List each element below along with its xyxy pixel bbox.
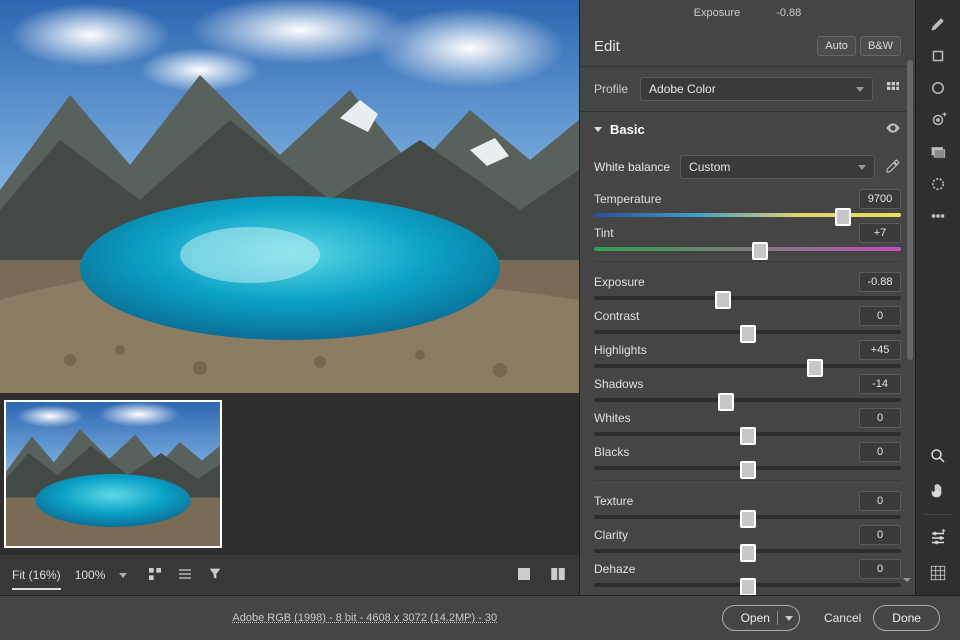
zoom-100[interactable]: 100% [75,568,106,582]
profile-browser-icon[interactable] [885,80,901,99]
chevron-down-icon [594,127,602,132]
right-toolbar: + + [915,0,960,595]
shadows-slider[interactable]: Shadows-14 [594,374,901,402]
profile-dropdown[interactable]: Adobe Color [640,77,873,101]
zoom-tool-icon[interactable] [921,441,955,471]
header-param-value: -0.88 [776,7,801,19]
exposure-slider[interactable]: Exposure-0.88 [594,272,901,300]
white-balance-label: White balance [594,160,670,174]
mask-tool-icon[interactable] [921,137,955,167]
white-balance-value: Custom [689,160,730,174]
single-view-icon[interactable] [515,565,533,586]
blacks-slider[interactable]: Blacks0 [594,442,901,470]
hand-tool-icon[interactable] [921,476,955,506]
temperature-slider[interactable]: Temperature9700 [594,189,901,217]
header-readout: Exposure -0.88 [580,0,915,26]
auto-button[interactable]: Auto [817,36,856,56]
crop-tool-icon[interactable] [921,41,955,71]
highlights-value[interactable]: +45 [859,340,901,360]
image-info[interactable]: Adobe RGB (1998) - 8 bit - 4608 x 3072 (… [232,612,497,624]
adjust-sliders-icon[interactable]: + [921,523,955,553]
visibility-icon[interactable] [885,120,901,139]
filter-icon[interactable] [207,566,223,585]
dehaze-value[interactable]: 0 [859,559,901,579]
svg-text:+: + [943,111,947,118]
view-toolbar: Fit (16%) 100% [0,555,579,595]
clarity-slider[interactable]: Clarity0 [594,525,901,553]
blacks-value[interactable]: 0 [859,442,901,462]
panel-chevron-icon[interactable] [902,574,912,588]
texture-value[interactable]: 0 [859,491,901,511]
bw-button[interactable]: B&W [860,36,901,56]
footer-bar: Adobe RGB (1998) - 8 bit - 4608 x 3072 (… [0,595,960,640]
cancel-button[interactable]: Cancel [824,611,861,625]
grid-view-icon[interactable] [147,566,163,585]
exposure-value[interactable]: -0.88 [859,272,901,292]
texture-slider[interactable]: Texture0 [594,491,901,519]
chevron-down-icon [856,87,864,92]
chevron-down-icon [785,616,793,621]
temperature-value[interactable]: 9700 [859,189,901,209]
panel-scrollbar[interactable] [907,60,913,360]
radial-tool-icon[interactable] [921,169,955,199]
heal-tool-icon[interactable] [921,73,955,103]
workspace-left: Fit (16%) 100% [0,0,579,595]
whites-value[interactable]: 0 [859,408,901,428]
edit-tool-icon[interactable] [921,9,955,39]
zoom-fit[interactable]: Fit (16%) [12,568,61,590]
contrast-value[interactable]: 0 [859,306,901,326]
whites-slider[interactable]: Whites0 [594,408,901,436]
more-icon[interactable] [921,201,955,231]
list-view-icon[interactable] [177,566,193,585]
profile-value: Adobe Color [649,82,716,96]
open-button[interactable]: Open [722,605,800,631]
redeye-tool-icon[interactable]: + [921,105,955,135]
edit-panel: Exposure -0.88 Edit Auto B&W Profile Ado… [579,0,915,595]
dehaze-slider[interactable]: Dehaze0 [594,559,901,587]
filmstrip [0,393,579,555]
tint-slider[interactable]: Tint+7 [594,223,901,251]
white-balance-eyedropper-icon[interactable] [885,158,901,177]
header-param-name: Exposure [694,7,740,19]
svg-text:+: + [942,529,946,535]
filmstrip-thumb-1[interactable] [4,400,222,548]
tint-value[interactable]: +7 [859,223,901,243]
contrast-slider[interactable]: Contrast0 [594,306,901,334]
highlights-slider[interactable]: Highlights+45 [594,340,901,368]
clarity-value[interactable]: 0 [859,525,901,545]
white-balance-dropdown[interactable]: Custom [680,155,875,179]
panel-title: Edit [594,38,620,55]
grid-icon[interactable] [921,558,955,588]
profile-label: Profile [594,82,628,96]
basic-section-header[interactable]: Basic [580,112,915,147]
done-button[interactable]: Done [873,605,940,631]
shadows-value[interactable]: -14 [859,374,901,394]
chevron-down-icon [858,165,866,170]
image-preview[interactable] [0,0,579,393]
basic-section-title: Basic [610,122,645,137]
compare-view-icon[interactable] [549,565,567,586]
zoom-dropdown-chevron[interactable] [119,573,127,578]
